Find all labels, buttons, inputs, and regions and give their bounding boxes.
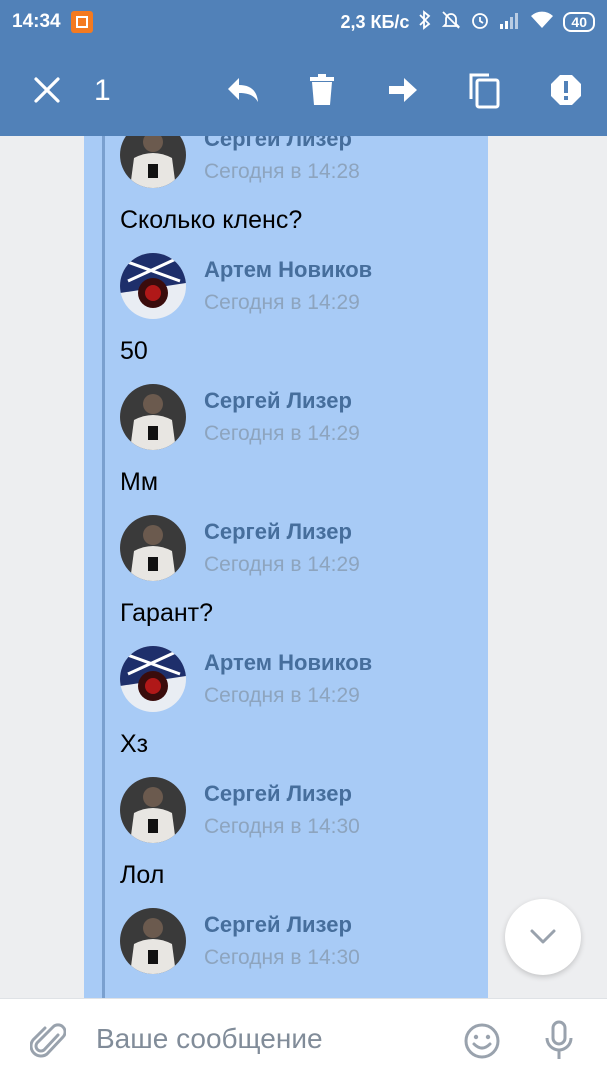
emoji-button[interactable]: [460, 1019, 504, 1063]
author-name[interactable]: Сергей Лизер: [204, 388, 352, 414]
wifi-icon: [530, 11, 554, 34]
selected-count: 1: [94, 74, 111, 107]
author-name[interactable]: Сергей Лизер: [204, 136, 352, 152]
status-bar: 14:34 2,3 КБ/с 40: [0, 0, 607, 44]
voice-message-button[interactable]: [537, 1019, 581, 1063]
message-text: Хз: [120, 730, 149, 758]
bluetooth-icon: [418, 9, 432, 35]
message-input[interactable]: Ваше сообщение: [96, 1023, 323, 1055]
chevron-down-icon: [530, 929, 556, 944]
signal-icon: [499, 11, 521, 34]
forward-button[interactable]: [381, 68, 425, 112]
message-input-bar: Ваше сообщение: [0, 998, 607, 1080]
message-time: Сегодня в 14:30: [204, 815, 360, 838]
trash-icon: [310, 74, 334, 105]
avatar[interactable]: [120, 253, 186, 319]
avatar[interactable]: [120, 515, 186, 581]
avatar[interactable]: [120, 908, 186, 974]
avatar[interactable]: [120, 646, 186, 712]
forward-arrow-icon: [389, 78, 417, 102]
author-name[interactable]: Артем Новиков: [204, 650, 372, 676]
smile-icon: [464, 1023, 500, 1059]
message-text: 50: [120, 337, 148, 365]
message-time: Сегодня в 14:29: [204, 422, 360, 445]
paperclip-icon: [30, 1023, 66, 1058]
message-time: Сегодня в 14:29: [204, 553, 360, 576]
avatar[interactable]: [120, 777, 186, 843]
microphone-icon: [545, 1020, 573, 1059]
selection-action-bar: 1: [0, 44, 607, 136]
message-text: Гарант?: [120, 599, 214, 627]
author-name[interactable]: Сергей Лизер: [204, 781, 352, 807]
alarm-icon: [470, 10, 490, 35]
message-text: Сколько кленс?: [120, 206, 303, 234]
attach-button[interactable]: [26, 1019, 70, 1063]
message-time: Сегодня в 14:30: [204, 946, 360, 969]
status-time: 14:34: [12, 11, 61, 32]
reply-button[interactable]: [221, 68, 265, 112]
mute-bell-icon: [441, 10, 461, 35]
status-right: 2,3 КБ/с 40: [340, 9, 595, 35]
delete-button[interactable]: [300, 68, 344, 112]
message-text: Мм: [120, 468, 159, 496]
report-button[interactable]: [544, 68, 588, 112]
author-name[interactable]: Сергей Лизер: [204, 519, 352, 545]
author-name[interactable]: Сергей Лизер: [204, 912, 352, 938]
message-time: Сегодня в 14:28: [204, 160, 360, 183]
notification-icon: [70, 11, 93, 33]
top-header: 14:34 2,3 КБ/с 40 1: [0, 0, 607, 136]
reply-icon: [228, 78, 258, 102]
message-time: Сегодня в 14:29: [204, 291, 360, 314]
copy-button[interactable]: [462, 68, 506, 112]
close-icon: [34, 77, 60, 103]
avatar[interactable]: [120, 384, 186, 450]
net-speed: 2,3 КБ/с: [340, 11, 410, 32]
forwarded-messages-bar: [102, 136, 105, 998]
message-text: Лол: [120, 861, 165, 889]
scroll-down-button[interactable]: [505, 899, 581, 975]
author-name[interactable]: Артем Новиков: [204, 257, 372, 283]
message-time: Сегодня в 14:29: [204, 684, 360, 707]
warning-icon: [551, 75, 581, 105]
close-selection-button[interactable]: [25, 68, 69, 112]
battery-indicator: 40: [563, 12, 595, 32]
copy-icon: [469, 73, 500, 109]
chat-area[interactable]: Сергей Лизер Сегодня в 14:28 Сколько кле…: [0, 136, 607, 998]
